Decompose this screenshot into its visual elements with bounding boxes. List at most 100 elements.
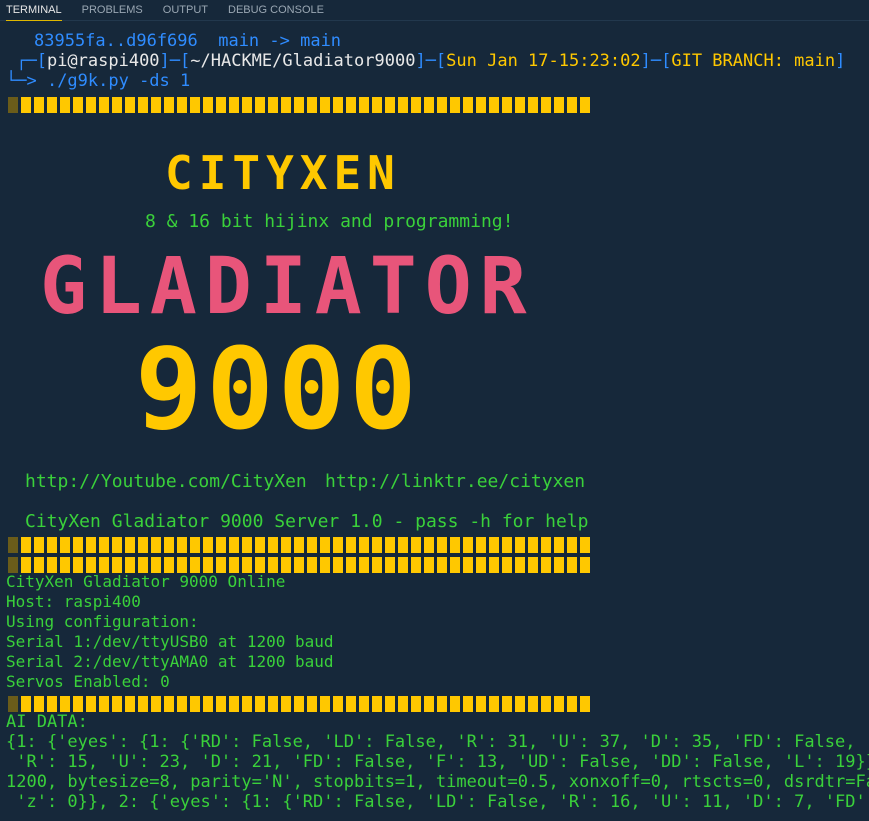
bar-block	[528, 537, 538, 553]
bar-block	[255, 537, 265, 553]
cityxen-logo: CITYXEN	[165, 146, 401, 200]
bar-block	[346, 557, 356, 573]
bar-block	[164, 557, 174, 573]
bar-block	[554, 557, 564, 573]
bar-block	[242, 537, 252, 553]
nine-thousand-logo: 9000	[135, 325, 421, 455]
bar-block	[502, 97, 512, 113]
bar-block	[177, 696, 187, 712]
bar-block	[164, 97, 174, 113]
bar-block	[450, 696, 460, 712]
status-serial-1: Serial 1:/dev/ttyUSB0 at 1200 baud	[6, 632, 334, 651]
bar-block	[567, 97, 577, 113]
bar-block	[229, 557, 239, 573]
bar-block	[8, 696, 18, 712]
bar-block	[437, 696, 447, 712]
bar-block	[99, 696, 109, 712]
bar-block	[229, 97, 239, 113]
bar-block	[47, 557, 57, 573]
bar-block	[554, 97, 564, 113]
tab-problems[interactable]: PROBLEMS	[82, 0, 143, 20]
bar-block	[307, 696, 317, 712]
bar-block	[333, 537, 343, 553]
bar-block	[580, 557, 590, 573]
gladiator-logo: GLADIATOR	[40, 242, 535, 332]
bar-block	[554, 696, 564, 712]
linktree-link[interactable]: http://linktr.ee/cityxen	[325, 472, 585, 492]
bar-block	[541, 696, 551, 712]
bar-block	[190, 537, 200, 553]
tab-debug-console[interactable]: DEBUG CONSOLE	[228, 0, 324, 20]
bar-block	[515, 97, 525, 113]
bar-block	[138, 696, 148, 712]
bar-block	[112, 537, 122, 553]
bar-block	[385, 696, 395, 712]
prompt-sep-2: ]─[	[415, 51, 447, 71]
ai-data-line-4: 'z': 0}}, 2: {'eyes': {1: {'RD': False, …	[6, 792, 869, 812]
bar-block	[541, 97, 551, 113]
bar-block	[151, 696, 161, 712]
youtube-link[interactable]: http://Youtube.com/CityXen	[25, 472, 307, 492]
bar-block	[177, 537, 187, 553]
tagline: 8 & 16 bit hijinx and programming!	[145, 211, 514, 232]
bar-block	[476, 97, 486, 113]
server-info: CityXen Gladiator 9000 Server 1.0 - pass…	[25, 511, 589, 532]
bar-block	[190, 557, 200, 573]
bar-block	[502, 557, 512, 573]
bar-block	[580, 537, 590, 553]
bar-block	[411, 537, 421, 553]
bar-block	[21, 97, 31, 113]
bar-block	[86, 537, 96, 553]
bar-block	[385, 557, 395, 573]
bar-block	[190, 97, 200, 113]
prompt-datetime: Sun Jan 17-15:23:02	[446, 51, 641, 71]
bar-block	[424, 696, 434, 712]
bar-block	[242, 97, 252, 113]
bar-block	[34, 557, 44, 573]
bar-block	[502, 537, 512, 553]
prompt-end: ]	[835, 51, 846, 71]
terminal-output[interactable]: 83955fa..d96f696 main -> main ┌─[pi@rasp…	[0, 21, 869, 821]
prompt-path: ~/HACKME/Gladiator9000	[190, 51, 416, 71]
tab-terminal[interactable]: TERMINAL	[6, 0, 62, 21]
bar-block	[320, 537, 330, 553]
bar-block	[8, 537, 18, 553]
bar-block	[268, 97, 278, 113]
status-host: Host: raspi400	[6, 592, 141, 611]
bar-block	[216, 557, 226, 573]
ai-data-label: AI DATA:	[6, 712, 88, 732]
command-line: └─> ./g9k.py -ds 1	[6, 71, 190, 91]
bar-block	[73, 696, 83, 712]
bar-block	[190, 696, 200, 712]
bar-block	[203, 696, 213, 712]
bar-block	[424, 537, 434, 553]
bar-block	[515, 537, 525, 553]
status-servos: Servos Enabled: 0	[6, 672, 170, 691]
bar-block	[450, 537, 460, 553]
bar-block	[216, 97, 226, 113]
bar-block	[60, 557, 70, 573]
bar-block	[8, 97, 18, 113]
bar-block	[346, 97, 356, 113]
bar-block	[125, 696, 135, 712]
bar-block	[203, 557, 213, 573]
bar-block	[450, 97, 460, 113]
bar-block	[333, 557, 343, 573]
status-serial-2: Serial 2:/dev/ttyAMA0 at 1200 baud	[6, 652, 334, 671]
bar-block	[255, 97, 265, 113]
bar-block	[21, 696, 31, 712]
bar-block	[515, 696, 525, 712]
bar-block	[255, 557, 265, 573]
bar-block	[307, 97, 317, 113]
bar-block	[424, 557, 434, 573]
prompt-arrow: └─>	[6, 71, 47, 91]
bar-block	[294, 557, 304, 573]
bar-block	[294, 97, 304, 113]
bar-block	[359, 537, 369, 553]
bar-block	[502, 696, 512, 712]
bar-block	[476, 557, 486, 573]
tab-output[interactable]: OUTPUT	[163, 0, 208, 20]
bar-block	[398, 537, 408, 553]
bar-block	[112, 97, 122, 113]
bar-block	[203, 97, 213, 113]
